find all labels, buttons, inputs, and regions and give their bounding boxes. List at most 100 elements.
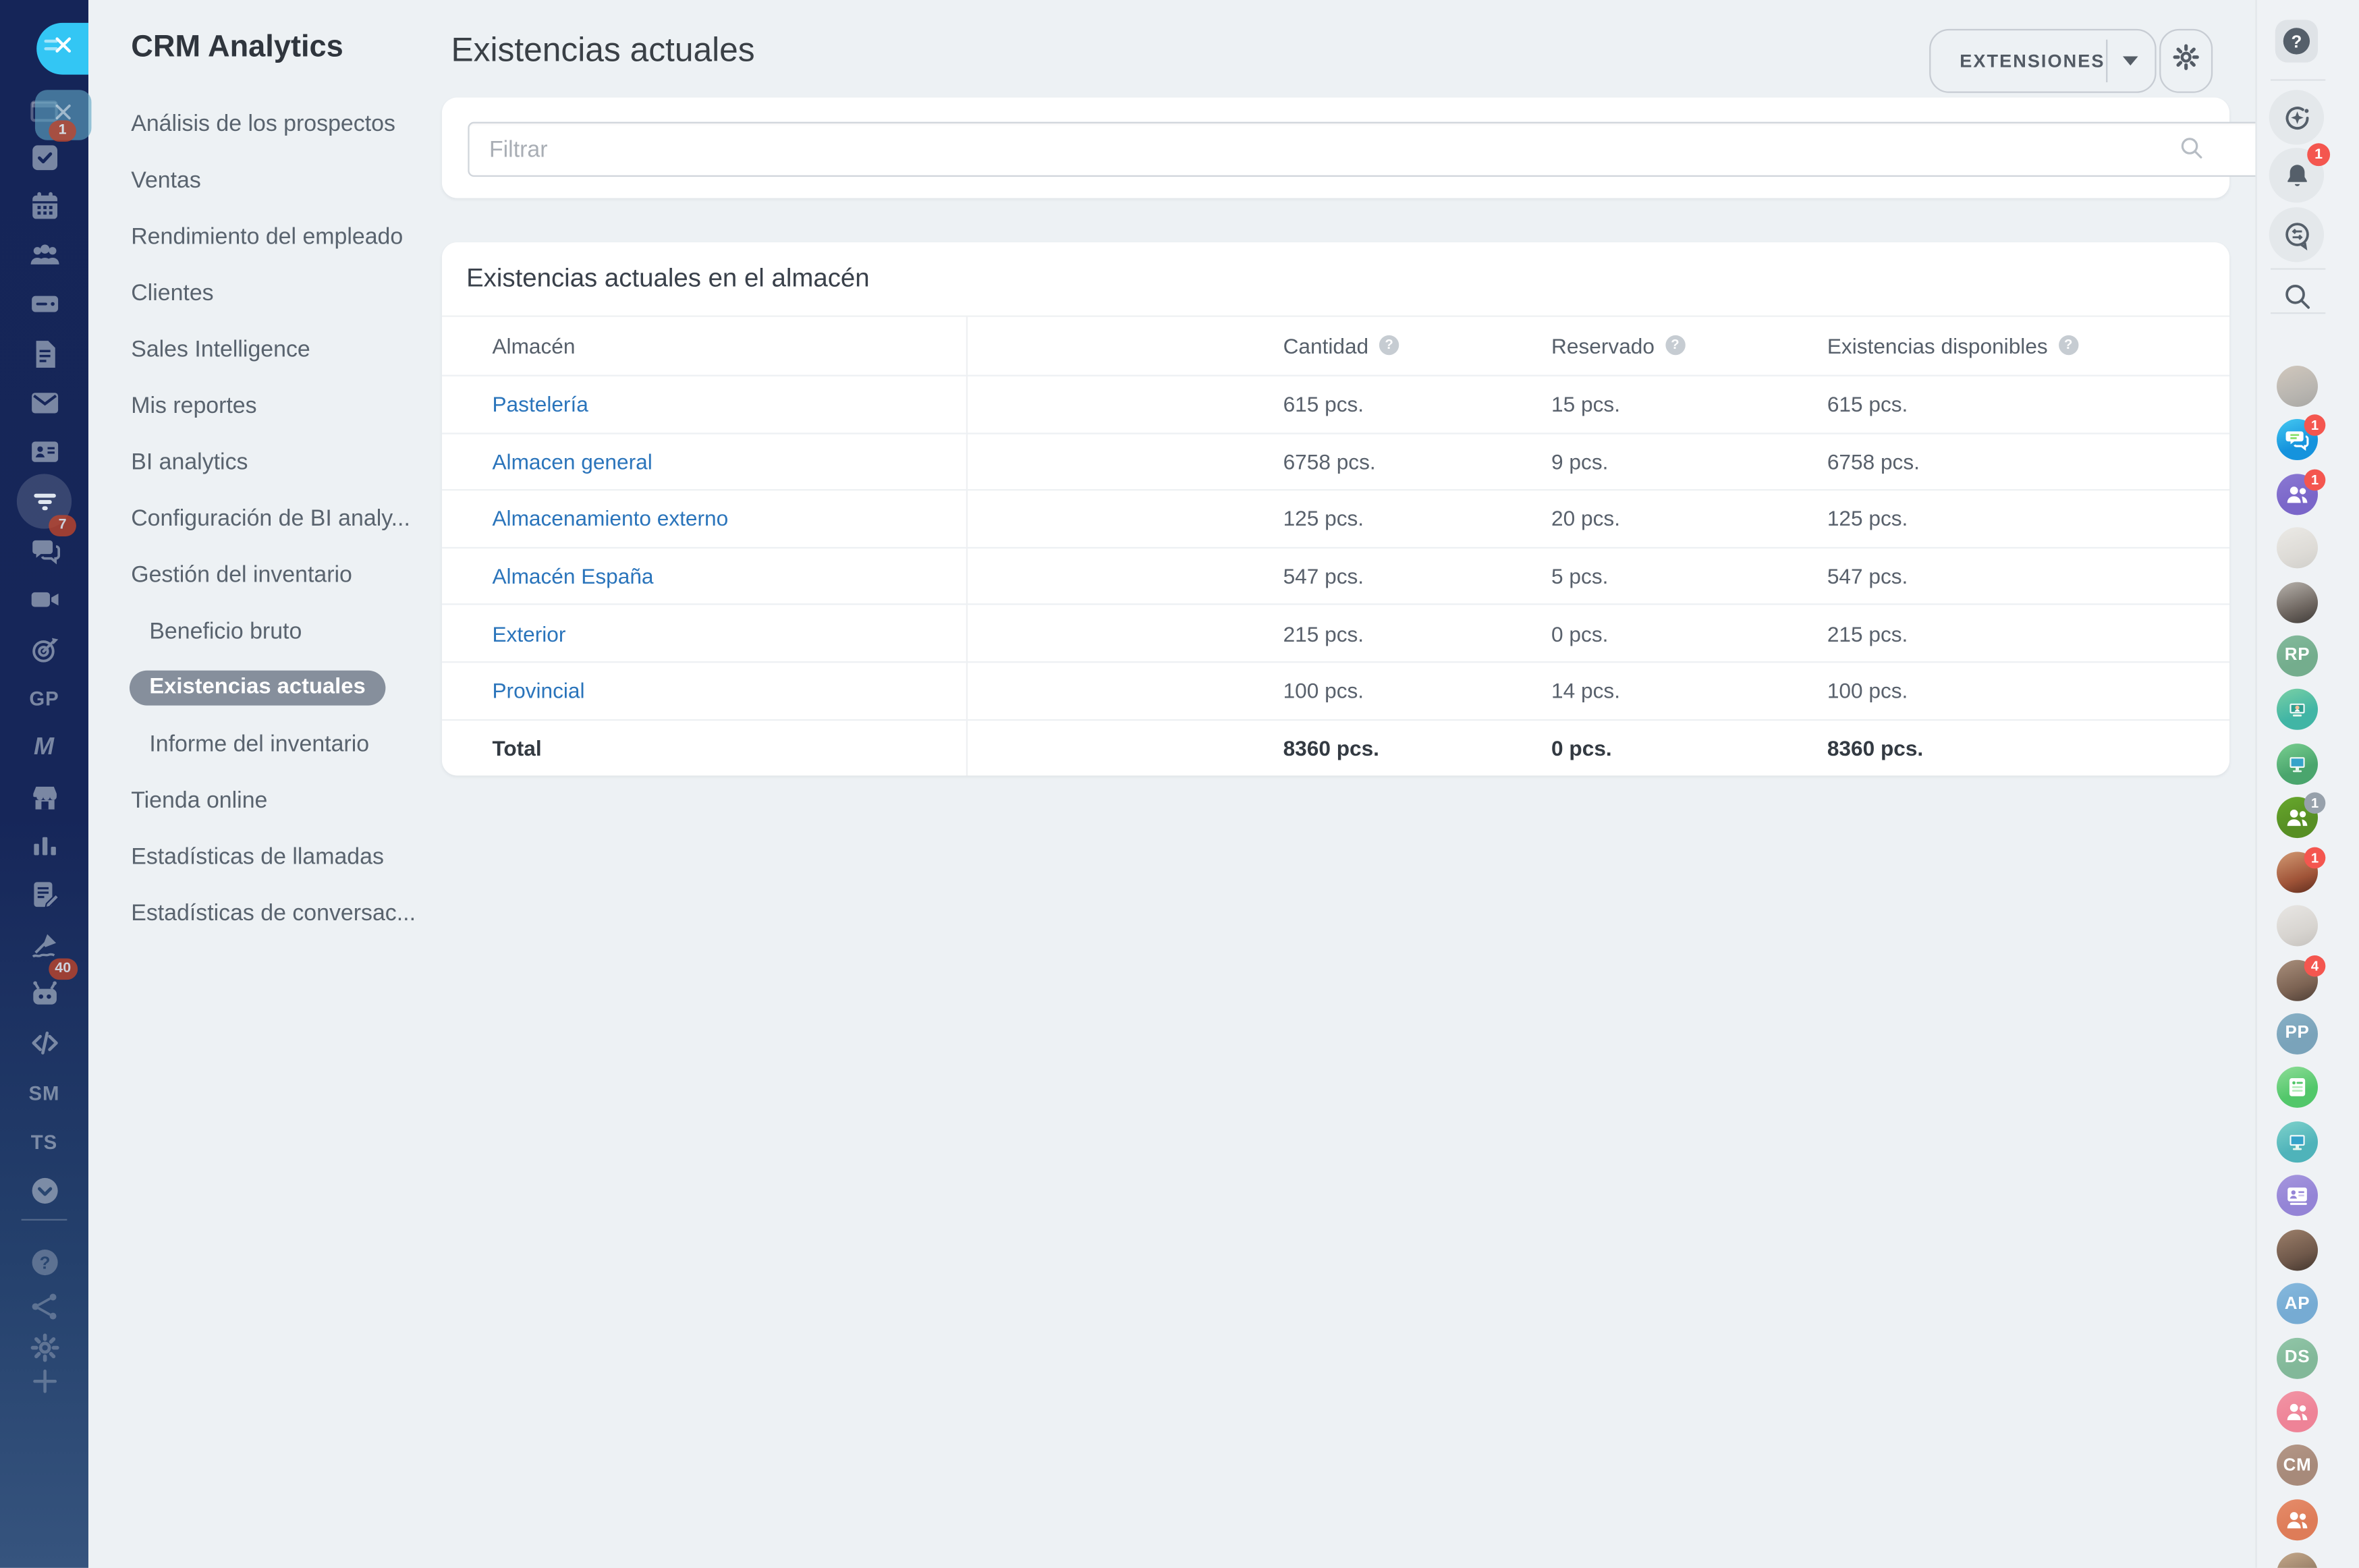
avatar[interactable] [2277, 528, 2318, 569]
filter-input[interactable] [468, 122, 2287, 177]
rail-item-messenger[interactable]: 7 [18, 525, 70, 577]
sidebar-item[interactable]: Tienda online [88, 773, 442, 829]
two-people-icon [2283, 1397, 2312, 1426]
table-row: Almacén España547 pcs.5 pcs.547 pcs. [442, 547, 2229, 604]
sidebar-item[interactable]: Mis reportes [88, 378, 442, 435]
rail-item-drive[interactable] [18, 279, 70, 331]
page-title: Existencias actuales [451, 30, 754, 70]
rail-item-gp-app[interactable]: GP [18, 673, 70, 725]
avatar[interactable]: 4 [2277, 959, 2318, 1001]
sidebar-item[interactable]: Existencias actuales [88, 660, 442, 717]
rail-item-developer[interactable] [18, 1017, 70, 1069]
table-row: Almacen general6758 pcs.9 pcs.6758 pcs. [442, 432, 2229, 489]
rail-item-stats[interactable] [18, 820, 70, 872]
avatar-workspace[interactable] [2277, 1121, 2318, 1163]
column-header-label: Cantidad [1283, 333, 1369, 357]
warehouse-link[interactable]: Provincial [492, 663, 584, 719]
sidebar-item[interactable]: Ventas [88, 152, 442, 209]
total-value: 0 pcs. [1551, 720, 1612, 776]
chevron-down-icon[interactable] [2123, 57, 2138, 66]
help-icon[interactable]: ? [2059, 335, 2078, 355]
warehouse-link[interactable]: Almacen general [492, 434, 652, 490]
tasks-icon [27, 140, 62, 175]
avatar-support-desk[interactable] [2277, 690, 2318, 731]
rail-item-marketing[interactable] [18, 623, 70, 675]
documents-icon [27, 337, 62, 372]
help-icon[interactable]: ? [1379, 335, 1399, 355]
warehouse-link[interactable]: Exterior [492, 605, 565, 661]
notifications-button[interactable]: 1 [2269, 148, 2324, 202]
sidebar-item-active-pill[interactable]: Existencias actuales [130, 671, 385, 706]
sidebar-item[interactable]: Rendimiento del empleado [88, 208, 442, 265]
rail-item-documents[interactable] [18, 328, 70, 380]
avatar[interactable] [2277, 582, 2318, 623]
avatar-two-people[interactable] [2277, 1391, 2318, 1432]
rail-item-employees[interactable] [18, 229, 70, 281]
avatar[interactable]: 1 [2277, 851, 2318, 893]
avatar-two-people[interactable]: 1 [2277, 797, 2318, 839]
rail-item-more-chevron[interactable] [18, 1165, 70, 1217]
search-icon[interactable] [2177, 134, 2205, 162]
rail-item-m-logo[interactable]: M [18, 722, 70, 774]
close-menu-button[interactable] [36, 23, 88, 75]
rail-item-ai-bot[interactable]: 40 [18, 968, 70, 1020]
rail-item-crm-card[interactable] [18, 426, 70, 478]
sidebar-item[interactable]: Análisis de los prospectos [88, 96, 442, 152]
sidebar-item[interactable]: Beneficio bruto [88, 603, 442, 660]
sidebar-item[interactable]: Clientes [88, 265, 442, 322]
drive-icon [27, 287, 62, 323]
sidebar-title: CRM Analytics [131, 30, 343, 65]
copilot-button[interactable] [2269, 90, 2324, 144]
avatar[interactable] [2277, 1553, 2318, 1568]
sidebar-item[interactable]: Gestión del inventario [88, 547, 442, 604]
button-divider [2106, 40, 2107, 82]
rail-item-ts-app[interactable]: TS [18, 1116, 70, 1168]
rail-item-report-pen[interactable] [18, 870, 70, 922]
avatar-contact-card[interactable] [2277, 1175, 2318, 1216]
rail-item-calendar[interactable] [18, 180, 70, 232]
avatar-two-people[interactable] [2277, 1499, 2318, 1540]
avatar[interactable] [2277, 366, 2318, 407]
rail-item-mail[interactable] [18, 377, 70, 429]
avatar-initials[interactable]: AP [2277, 1283, 2318, 1324]
sidebar-item[interactable]: Configuración de BI analy... [88, 491, 442, 547]
stock-value: 547 pcs. [1283, 549, 1364, 605]
sidebar-item[interactable]: Informe del inventario [88, 716, 442, 773]
conversations-button[interactable] [2269, 207, 2324, 262]
avatar[interactable] [2277, 1229, 2318, 1270]
column-header-label: Almacén [492, 333, 575, 357]
column-header-label: Reservado [1551, 333, 1655, 357]
avatar[interactable] [2277, 905, 2318, 947]
warehouse-link[interactable]: Pastelería [492, 376, 588, 432]
avatar-initials[interactable]: DS [2277, 1337, 2318, 1378]
rail-item-sm-app[interactable]: SM [18, 1067, 70, 1119]
rail-divider [22, 1219, 67, 1221]
search-button[interactable] [2280, 279, 2314, 312]
avatar-news-doc[interactable] [2277, 1067, 2318, 1109]
avatar-workspace[interactable] [2277, 744, 2318, 785]
sidebar-item[interactable]: Estadísticas de conversac... [88, 885, 442, 942]
sidebar-item[interactable]: Estadísticas de llamadas [88, 829, 442, 886]
avatar-chat-bubbles[interactable]: 1 [2277, 420, 2318, 461]
report-settings-button[interactable] [2159, 29, 2213, 93]
rail-item-market[interactable] [18, 771, 70, 823]
rail-item-tasks[interactable]: 1 [18, 131, 70, 183]
total-value: 8360 pcs. [1283, 720, 1379, 776]
rail-divider [2271, 268, 2325, 269]
avatar-initials[interactable]: PP [2277, 1013, 2318, 1055]
market-icon [27, 780, 62, 815]
avatar-two-people[interactable]: 1 [2277, 474, 2318, 515]
support-desk-icon [2283, 696, 2312, 725]
warehouse-link[interactable]: Almacenamiento externo [492, 491, 728, 547]
avatar-initials[interactable]: CM [2277, 1445, 2318, 1486]
warehouse-link[interactable]: Almacén España [492, 549, 653, 605]
avatar-initials[interactable]: RP [2277, 636, 2318, 677]
help-icon[interactable]: ? [1665, 335, 1685, 355]
help-filled-button[interactable]: ? [2275, 20, 2318, 62]
rail-item-add[interactable] [18, 1355, 70, 1407]
extensions-button[interactable]: EXTENSIONES [1929, 29, 2157, 93]
table-header-row: AlmacénCantidad?Reservado?Existencias di… [442, 315, 2229, 374]
sidebar-item[interactable]: BI analytics [88, 435, 442, 491]
rail-item-video[interactable] [18, 574, 70, 626]
sidebar-item[interactable]: Sales Intelligence [88, 322, 442, 379]
